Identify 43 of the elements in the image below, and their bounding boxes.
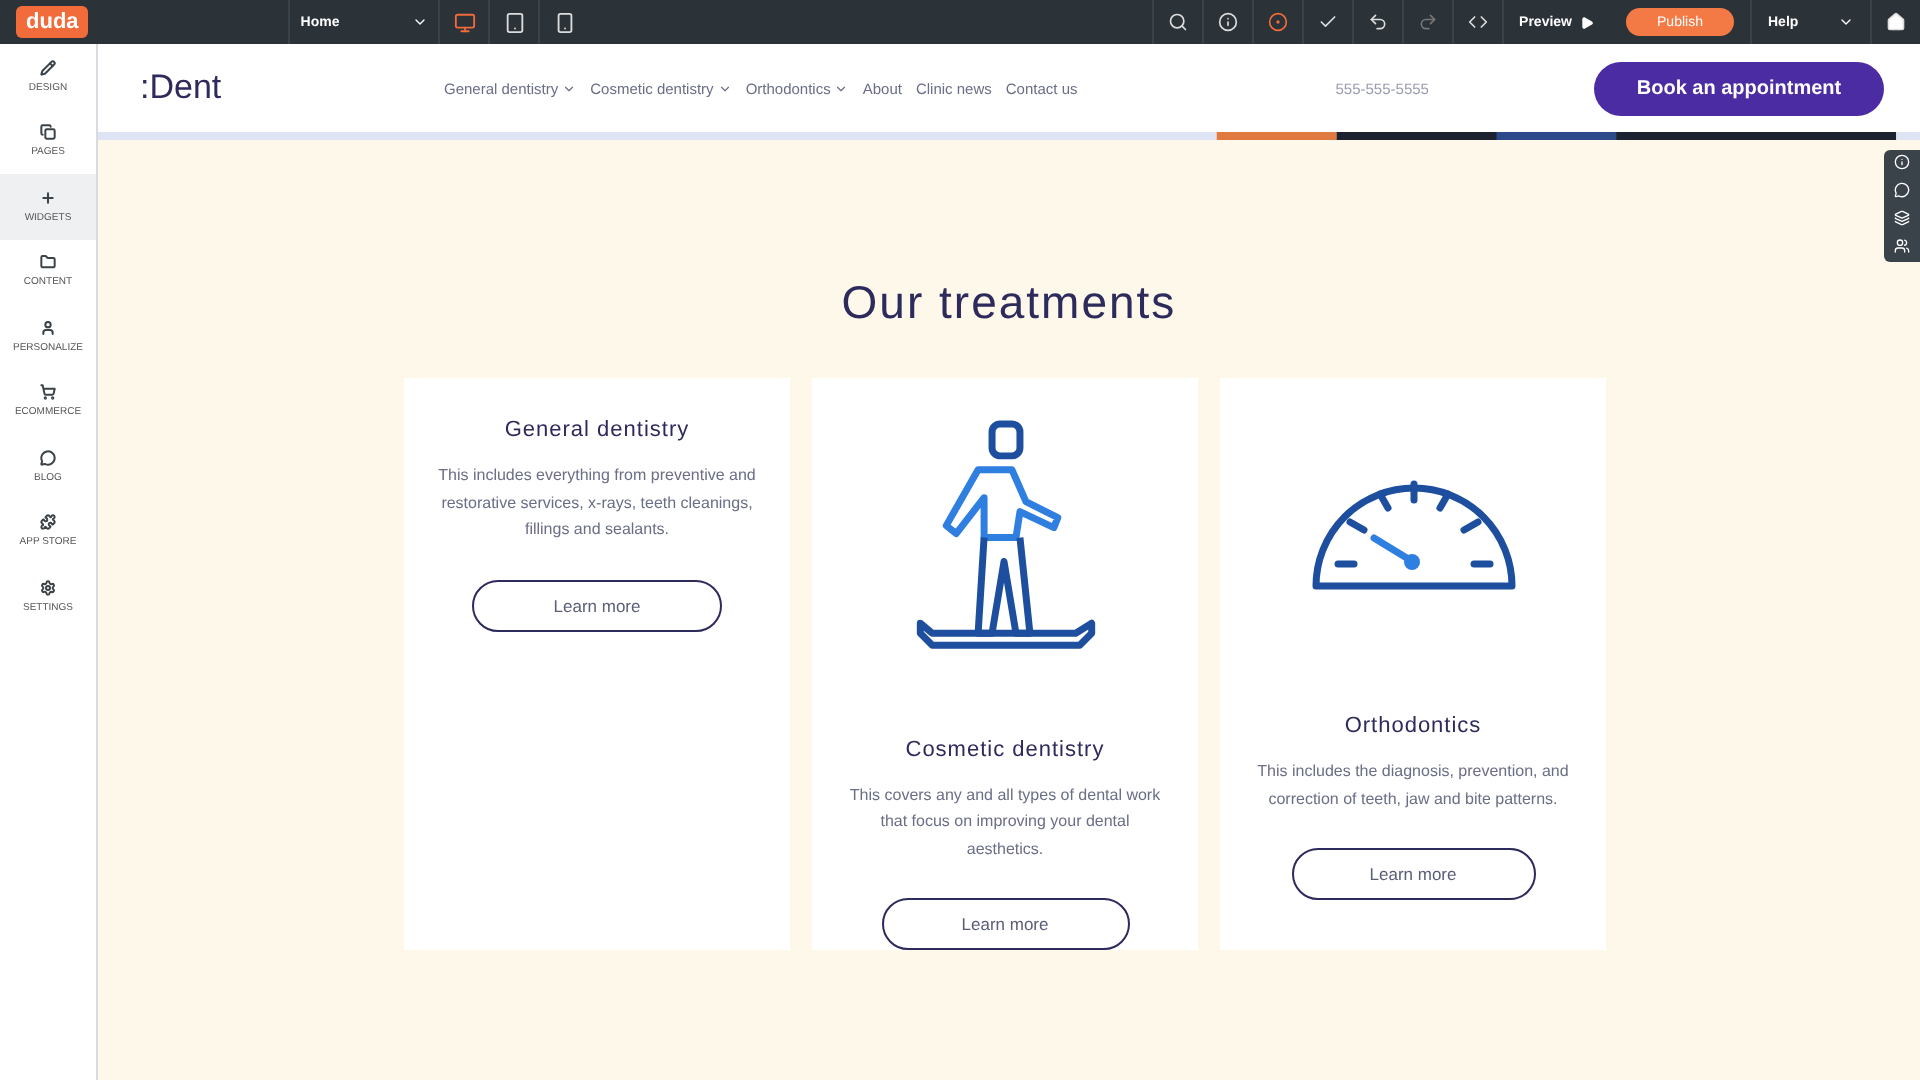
learn-more-button[interactable]: Learn more: [1291, 848, 1535, 900]
card-text: This covers any and all types of dental work that focus on improving your dental aesthetics.: [847, 783, 1163, 862]
info-icon[interactable]: [1894, 154, 1910, 170]
pages-icon: [40, 124, 56, 141]
redo-icon: [1417, 12, 1438, 32]
target-icon: [1267, 12, 1288, 32]
folder-icon: [40, 254, 56, 271]
code-icon: [1467, 12, 1488, 32]
caret-icon: [717, 81, 732, 95]
caret-icon: [562, 81, 577, 95]
caret-icon: [412, 14, 429, 30]
learn-more-button[interactable]: Learn more: [881, 898, 1129, 950]
card-text: This includes the diagnosis, prevention, and correction of teeth, jaw and bite patterns.: [1255, 760, 1571, 812]
person-icon: [40, 319, 56, 336]
skater-icon: [911, 418, 1099, 654]
pencil-icon: [40, 59, 56, 76]
card-title: Cosmetic dentistry: [905, 737, 1105, 762]
phone-icon: [553, 11, 576, 33]
card-text: This includes everything from preventive and restorative services, x-rays, teeth cleanings, fillings and sealants.: [436, 464, 758, 542]
info-icon: [1217, 12, 1238, 32]
monitor-icon: [453, 11, 476, 33]
check-icon: [1317, 12, 1338, 32]
chat-icon[interactable]: [1894, 182, 1910, 198]
speech-bubble-icon: [40, 449, 56, 466]
settings-icon: [40, 579, 56, 596]
search-icon: [1167, 12, 1188, 32]
home-icon: [1886, 12, 1906, 32]
tablet-icon: [503, 11, 526, 33]
caret-icon: [834, 81, 849, 95]
users-icon[interactable]: [1894, 238, 1910, 254]
card-title: Orthodontics: [1344, 714, 1482, 738]
play-icon: [1580, 15, 1594, 29]
cart-icon: [40, 384, 56, 401]
section-title: Our treatments: [839, 276, 1179, 330]
undo-icon: [1367, 12, 1388, 32]
plus-icon: [40, 189, 56, 206]
learn-more-button[interactable]: Learn more: [472, 579, 722, 631]
puzzle-icon: [40, 514, 56, 531]
book-appointment-button[interactable]: Book an appointment: [1594, 61, 1884, 115]
card-title: General dentistry: [504, 418, 690, 442]
layers-icon[interactable]: [1894, 210, 1910, 226]
site-logo[interactable]: :Dent: [140, 68, 444, 108]
caret-icon: [1838, 14, 1854, 30]
